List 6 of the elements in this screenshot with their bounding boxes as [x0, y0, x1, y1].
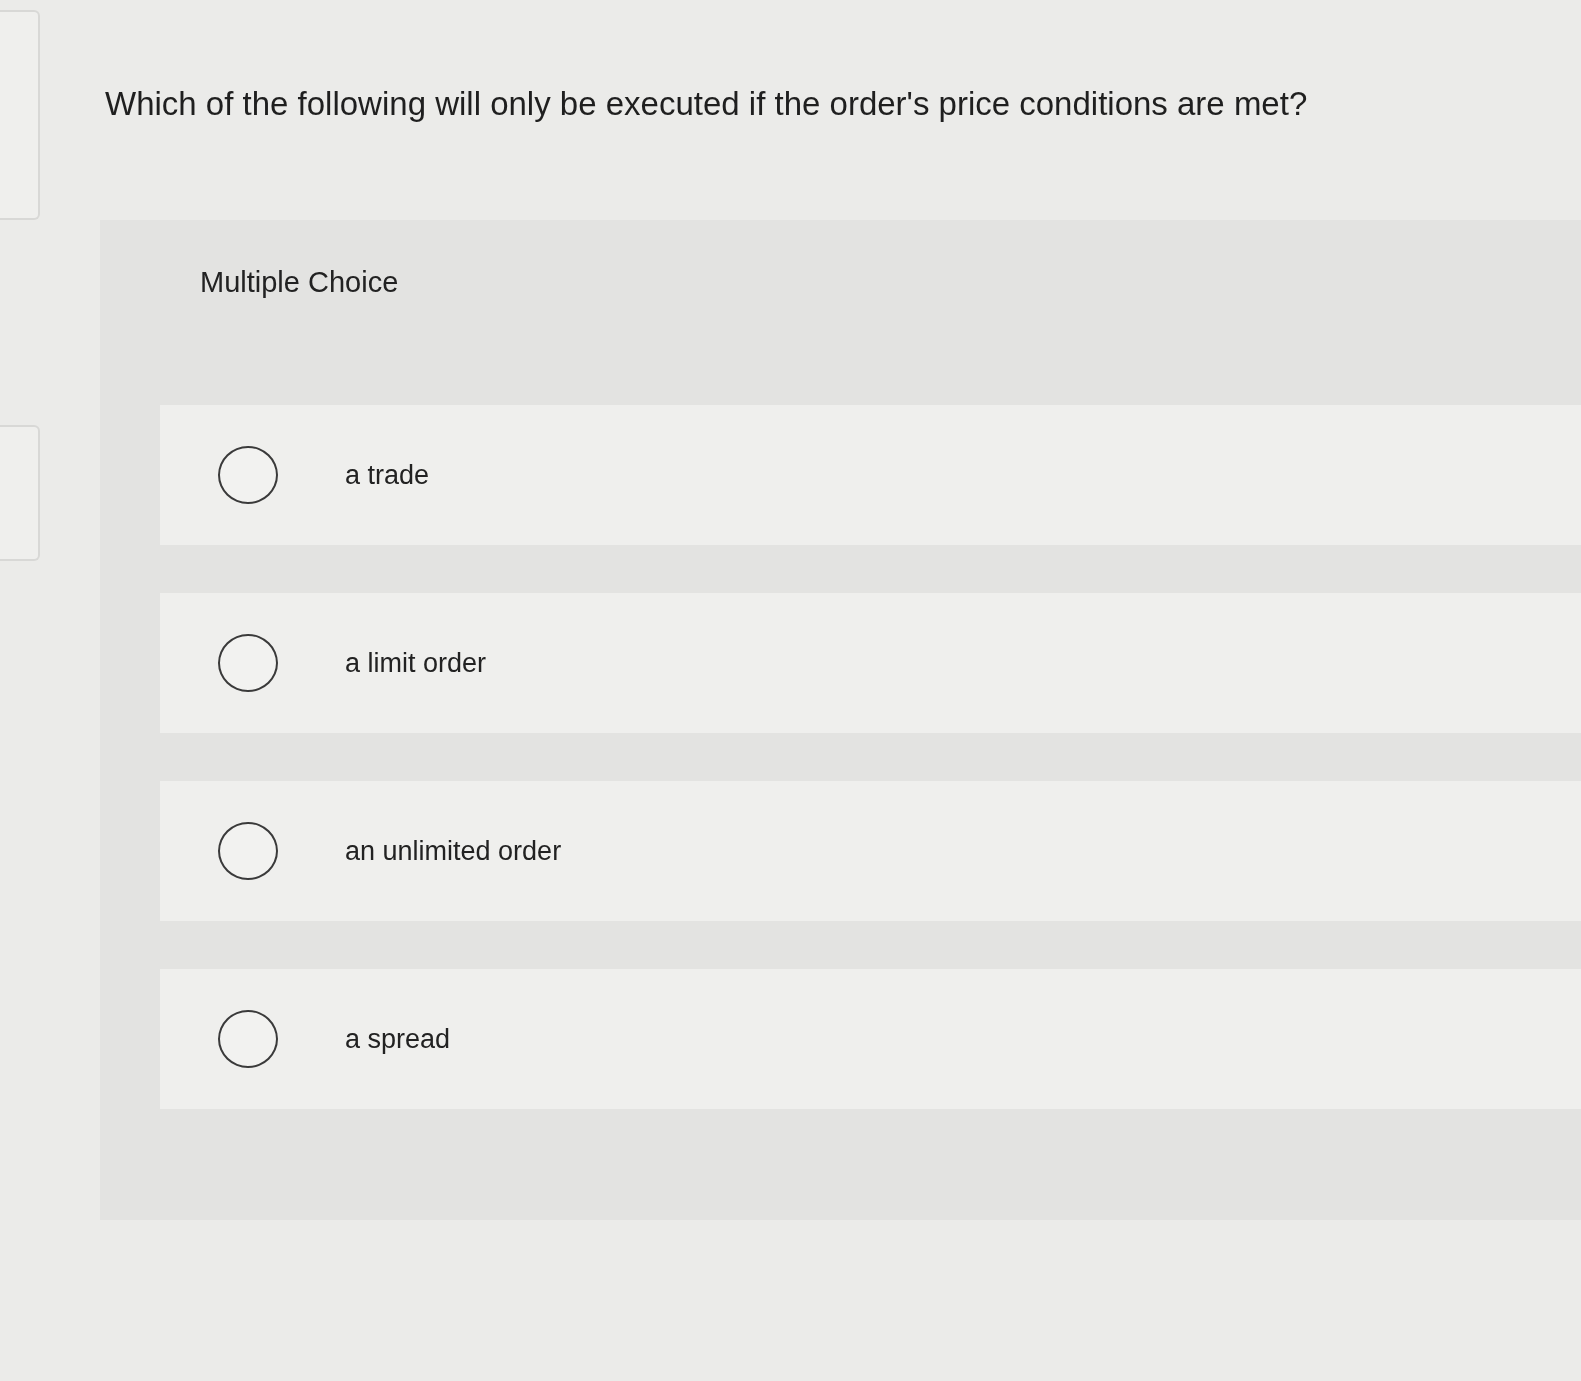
answer-option[interactable]: a trade	[160, 405, 1581, 545]
answer-option[interactable]: an unlimited order	[160, 781, 1581, 921]
answer-option[interactable]: a spread	[160, 969, 1581, 1109]
panel-label: Multiple Choice	[200, 265, 399, 299]
question-text: Which of the following will only be executed if the order's price conditions are met?	[105, 84, 1308, 124]
answer-option[interactable]: a limit order	[160, 593, 1581, 733]
